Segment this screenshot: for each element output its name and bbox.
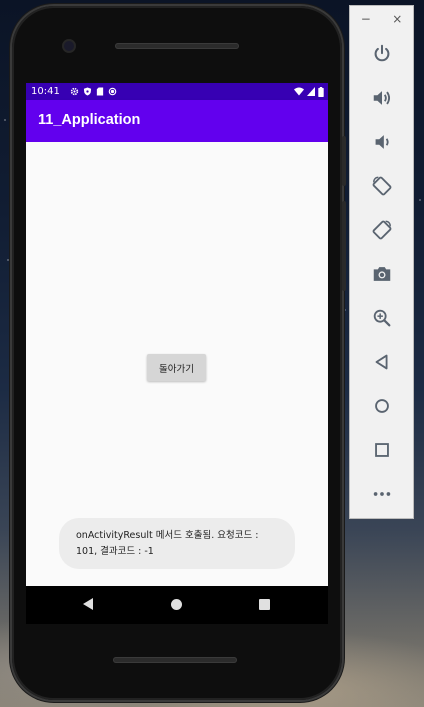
zoom-button[interactable] [368,304,396,332]
front-camera [64,41,74,51]
nav-recent-apps-icon[interactable] [259,599,270,610]
overview-button[interactable] [368,436,396,464]
sd-card-icon [96,87,103,96]
more-icon [373,492,391,496]
volume-down-icon [375,135,389,149]
power-side-button[interactable] [342,136,346,186]
nav-back-icon[interactable] [83,598,93,610]
emulator-device-frame: 10:41 11_Application 돌아가기 onActivityResu… [12,6,346,700]
overview-icon [375,443,389,457]
close-button[interactable]: × [392,12,402,28]
toast-message: onActivityResult 메서드 호출됨. 요청코드 : 101, 결과… [59,518,295,569]
more-button[interactable] [368,480,396,508]
top-speaker-grille [115,43,239,49]
volume-side-button[interactable] [342,201,346,291]
volume-down-button[interactable] [368,128,396,156]
back-button[interactable] [368,348,396,376]
go-back-button[interactable]: 돌아가기 [147,354,206,381]
status-time: 10:41 [31,86,60,97]
gear-icon [70,87,79,96]
app-bar: 11_Application [26,100,328,142]
volume-up-button[interactable] [368,84,396,112]
volume-up-icon [373,91,391,105]
zoom-icon [373,309,391,327]
status-bar: 10:41 [26,83,328,100]
rotate-right-icon [372,220,392,240]
emulator-toolbar: − × [349,5,414,519]
home-icon [375,399,389,413]
activity-content: 돌아가기 onActivityResult 메서드 호출됨. 요청코드 : 10… [26,142,328,586]
rotate-left-button[interactable] [368,172,396,200]
wifi-icon [294,87,304,96]
minimize-button[interactable]: − [361,12,371,28]
nav-home-icon[interactable] [171,599,182,610]
device-screen[interactable]: 10:41 11_Application 돌아가기 onActivityResu… [26,83,328,624]
rotate-right-button[interactable] [368,216,396,244]
app-title: 11_Application [38,112,141,128]
navigation-bar [26,586,328,624]
toast-line-1: onActivityResult 메서드 호출됨. 요청코드 : [76,530,259,541]
battery-icon [318,86,324,97]
signal-icon [307,87,315,96]
shield-icon [83,87,91,96]
bottom-speaker-grille [113,657,237,663]
power-button[interactable] [368,40,396,68]
toast-line-2: 101, 결과코드 : -1 [76,546,154,557]
camera-icon [373,267,391,281]
rotate-left-icon [372,176,392,196]
home-button[interactable] [368,392,396,420]
screenshot-button[interactable] [368,260,396,288]
back-icon [375,354,388,370]
sync-icon [108,87,117,96]
power-icon [374,44,390,62]
